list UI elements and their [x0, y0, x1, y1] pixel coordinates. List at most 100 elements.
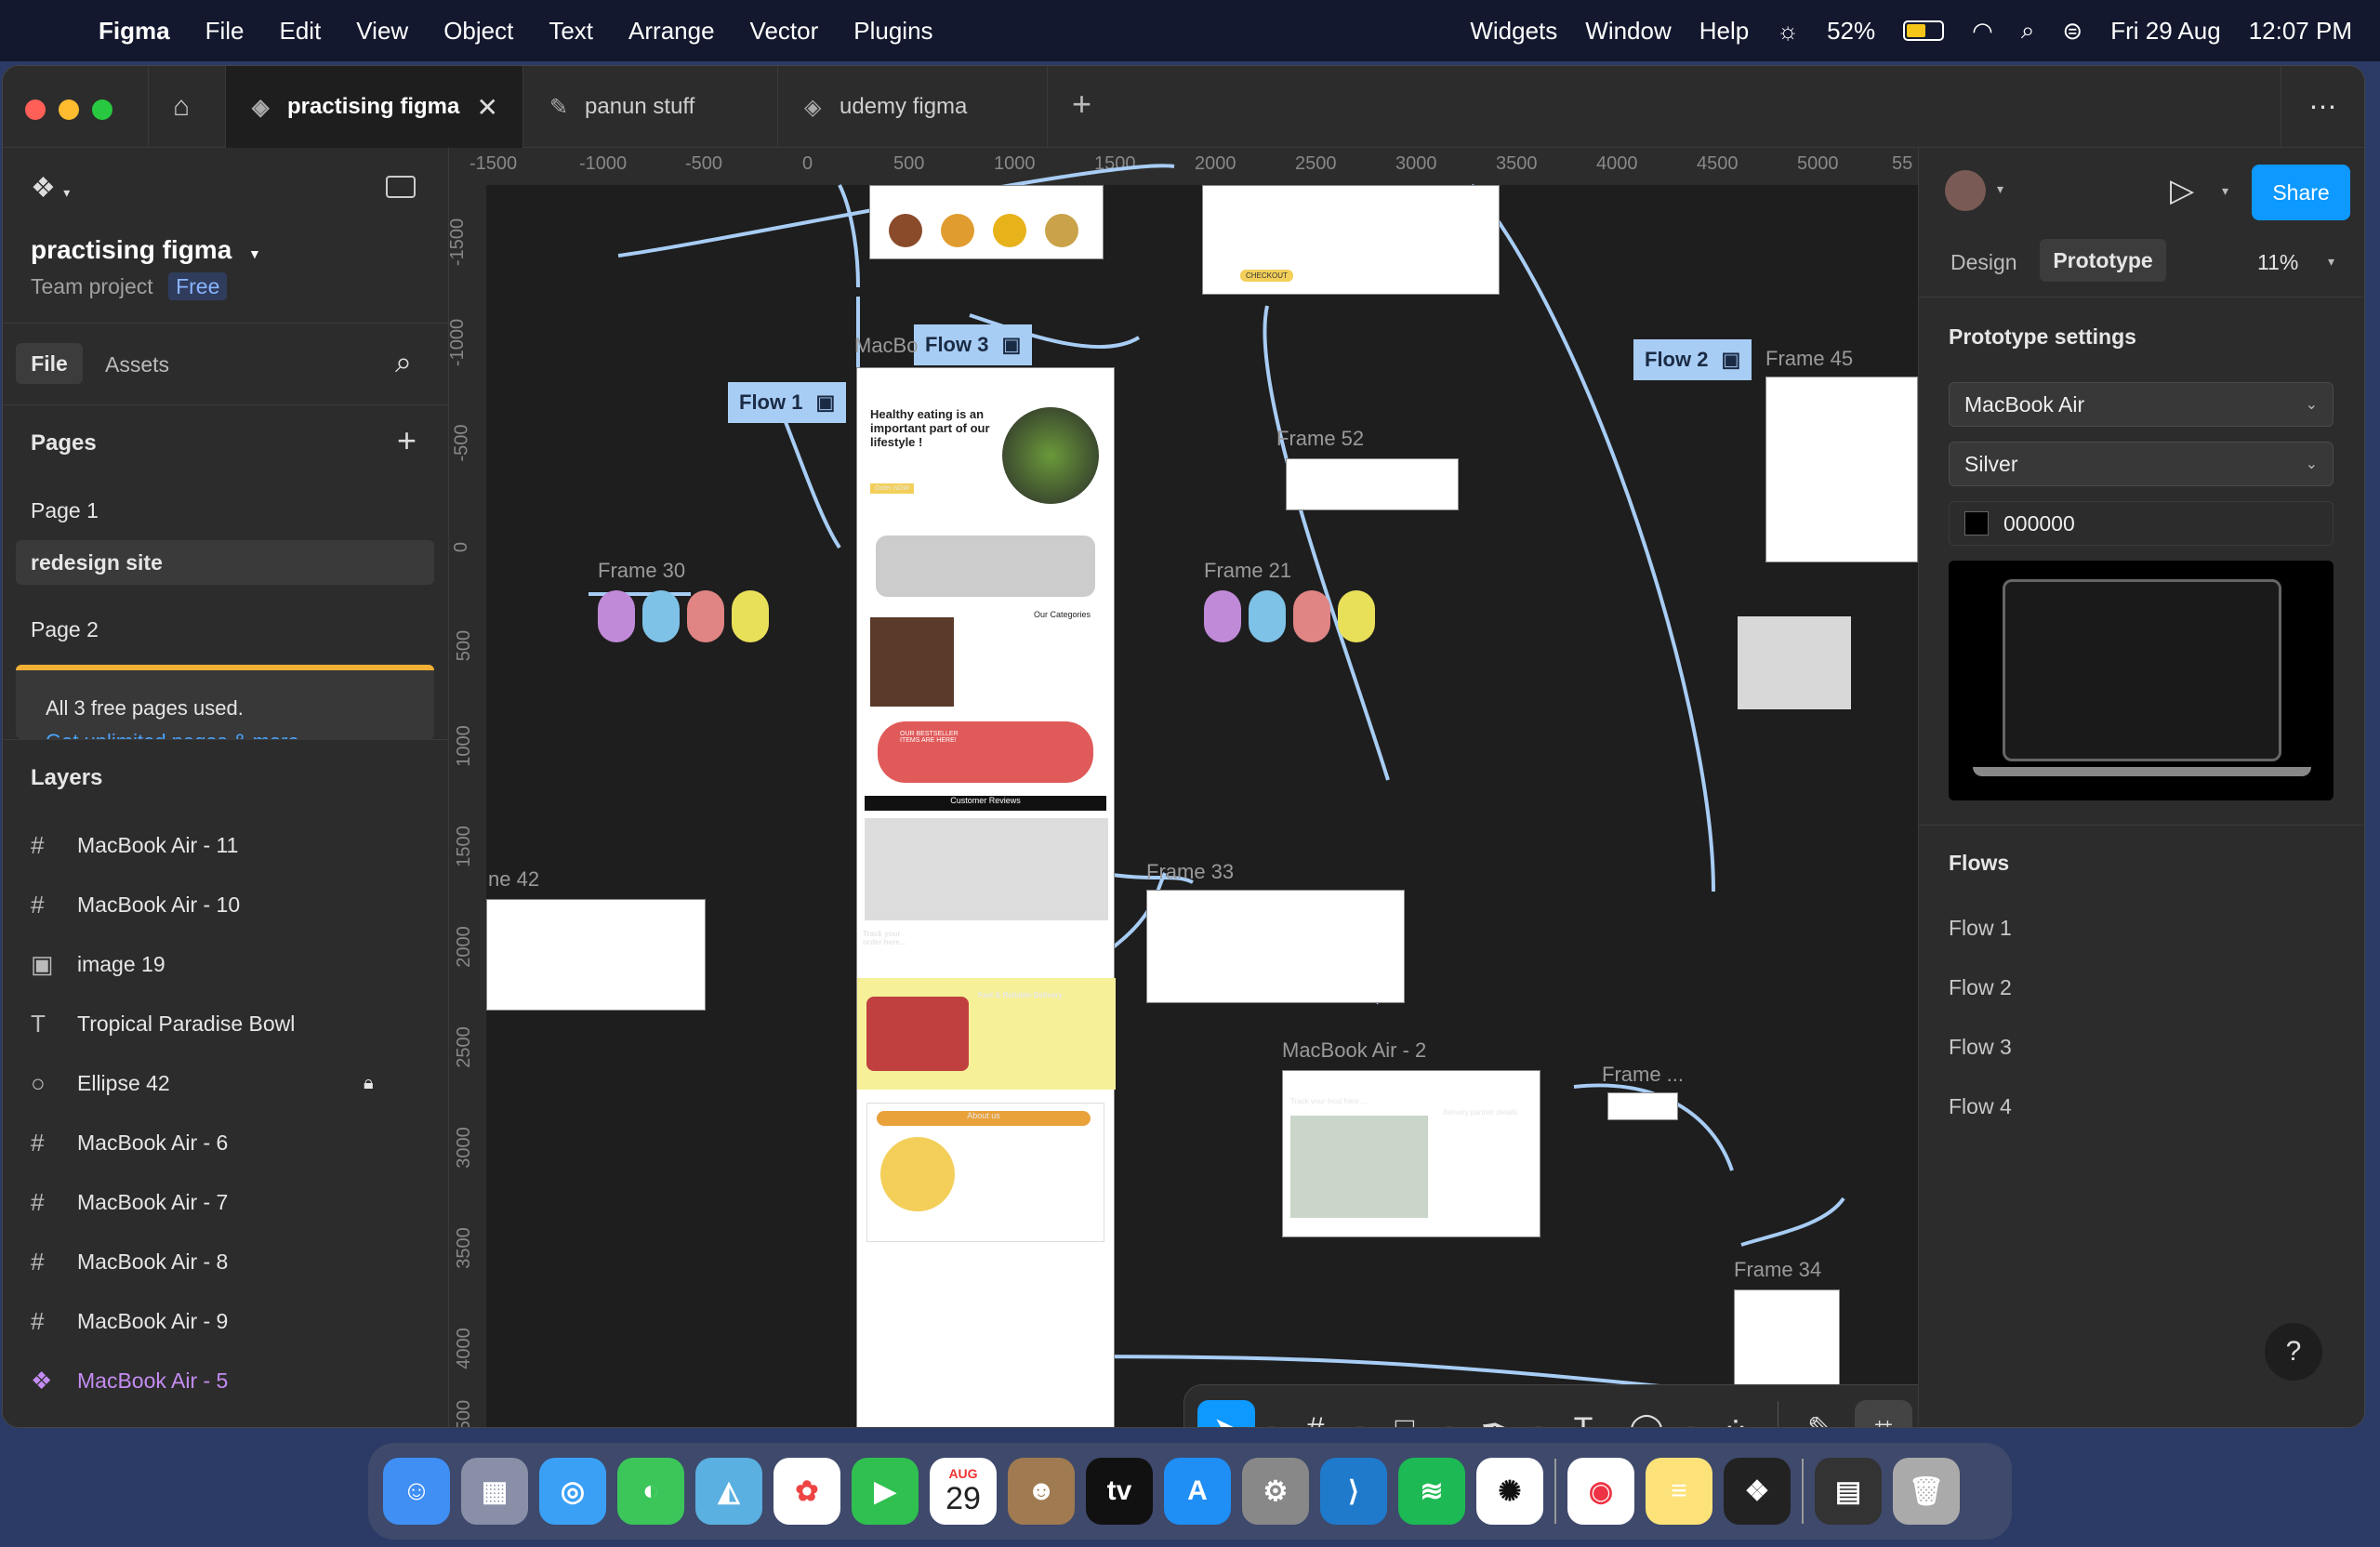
device-color-select[interactable]: Silver ⌄: [1949, 442, 2334, 486]
facetime-icon[interactable]: ▶: [852, 1458, 919, 1525]
calendar-icon[interactable]: AUG 29: [930, 1458, 997, 1525]
frame-45[interactable]: [1765, 377, 1918, 562]
menu-text[interactable]: Text: [549, 17, 593, 46]
macbook-air-2-frame[interactable]: Track your food here .... delivery partn…: [1282, 1070, 1540, 1237]
flow-1-tag[interactable]: Flow 1 ▣: [728, 382, 847, 423]
menu-window[interactable]: Window: [1585, 17, 1671, 46]
contacts-icon[interactable]: ☻: [1008, 1458, 1075, 1525]
maximize-window-button[interactable]: [92, 99, 112, 120]
menu-help[interactable]: Help: [1699, 17, 1749, 46]
frame-cart[interactable]: CHECKOUT: [1202, 185, 1500, 295]
avatar[interactable]: [1945, 170, 1986, 211]
more-options-icon[interactable]: ⋯: [2281, 66, 2364, 148]
frame-42[interactable]: [486, 899, 706, 1011]
tab-design[interactable]: Design: [1950, 250, 2017, 275]
draw-mode-icon[interactable]: ✎: [1792, 1400, 1849, 1427]
layer-item[interactable]: T Tropical Paradise Bowl: [3, 996, 449, 1051]
wifi-icon[interactable]: ◠: [1972, 17, 1993, 46]
chrome-icon[interactable]: ◉: [1567, 1458, 1634, 1525]
chevron-down-icon[interactable]: ▾: [1997, 181, 2003, 197]
play-prototype-icon[interactable]: ▷: [2170, 172, 2194, 209]
chevron-down-icon[interactable]: ▾: [1261, 1421, 1281, 1428]
trash-icon[interactable]: 🗑︎: [1893, 1458, 1960, 1525]
search-icon[interactable]: ⌕: [395, 345, 412, 380]
notes-icon[interactable]: ≡: [1646, 1458, 1712, 1525]
chevron-down-icon[interactable]: ▾: [1681, 1421, 1701, 1428]
upgrade-link[interactable]: Get unlimited pages & more: [46, 730, 434, 739]
tab-practising-figma[interactable]: ◈ practising figma ✕: [226, 66, 523, 148]
pen-tool-icon[interactable]: ✒: [1465, 1400, 1523, 1427]
figma-icon[interactable]: ❖: [1724, 1458, 1791, 1525]
menu-edit[interactable]: Edit: [279, 17, 321, 46]
layer-item[interactable]: # MacBook Air - 9: [3, 1293, 449, 1349]
menu-vector[interactable]: Vector: [750, 17, 819, 46]
layer-item[interactable]: ❖ MacBook Air - 5: [3, 1353, 449, 1408]
color-swatch[interactable]: [1964, 511, 1989, 536]
rectangle-tool-icon[interactable]: □: [1376, 1400, 1434, 1428]
flow-item[interactable]: Flow 2: [1949, 975, 2012, 1000]
search-icon[interactable]: ⌕: [2021, 16, 2035, 46]
share-button[interactable]: Share: [2252, 165, 2350, 220]
toggle-sidebar-icon[interactable]: [386, 176, 416, 198]
chevron-down-icon[interactable]: ▾: [2328, 254, 2334, 270]
chevron-down-icon[interactable]: ▾: [1350, 1421, 1370, 1428]
photos-icon[interactable]: ✿: [774, 1458, 840, 1525]
flow-2-tag[interactable]: Flow 2 ▣: [1633, 339, 1752, 380]
battery-icon[interactable]: [1903, 20, 1945, 41]
layer-item[interactable]: # MacBook Air - 7: [3, 1174, 449, 1230]
menu-file[interactable]: File: [205, 17, 245, 46]
frame-30-items[interactable]: [598, 590, 769, 642]
frame-33[interactable]: [1146, 890, 1405, 1003]
flow-item[interactable]: Flow 3: [1949, 1035, 2012, 1060]
launchpad-icon[interactable]: ▦: [461, 1458, 528, 1525]
messages-icon[interactable]: ◐: [617, 1458, 684, 1525]
safari-icon[interactable]: ◎: [539, 1458, 606, 1525]
text-tool-icon[interactable]: T: [1554, 1400, 1612, 1428]
vscode-icon[interactable]: ⟩: [1320, 1458, 1387, 1525]
home-tab[interactable]: ⌂: [148, 66, 226, 148]
lock-icon[interactable]: 🔒︎: [364, 1073, 374, 1094]
close-tab-icon[interactable]: ✕: [477, 92, 498, 123]
minimize-window-button[interactable]: [59, 99, 79, 120]
layer-item[interactable]: # MacBook Air - 11: [3, 817, 449, 873]
zoom-level[interactable]: 11%: [2257, 250, 2298, 275]
page-item-selected[interactable]: redesign site: [16, 540, 434, 585]
comment-tool-icon[interactable]: ◯: [1618, 1400, 1675, 1427]
layer-item[interactable]: # MacBook Air - 10: [3, 877, 449, 932]
frame-small[interactable]: [1607, 1092, 1678, 1120]
close-window-button[interactable]: [25, 99, 46, 120]
move-tool-icon[interactable]: ➤: [1197, 1400, 1255, 1427]
chevron-down-icon[interactable]: ▾: [1528, 1421, 1549, 1428]
finder-icon[interactable]: ☺: [383, 1458, 450, 1525]
chevron-down-icon[interactable]: ▾: [1439, 1421, 1460, 1428]
frame-top-nav[interactable]: [869, 185, 1104, 259]
frame-tool-icon[interactable]: #: [1287, 1400, 1344, 1428]
menu-arrange[interactable]: Arrange: [628, 17, 715, 46]
flow-item[interactable]: Flow 1: [1949, 916, 2012, 941]
battery-percent[interactable]: 52%: [1827, 17, 1875, 46]
file-name[interactable]: practising figma ▼: [31, 235, 261, 265]
tab-file[interactable]: File: [16, 343, 83, 384]
design-mode-icon[interactable]: ⌗: [1855, 1400, 1912, 1427]
maps-icon[interactable]: ◭: [695, 1458, 762, 1525]
plan-badge[interactable]: Free: [168, 272, 228, 300]
layer-item[interactable]: ○ Ellipse 42 🔒︎: [3, 1055, 449, 1111]
background-color-field[interactable]: 000000: [1949, 501, 2334, 546]
control-center-icon[interactable]: ⊜: [2062, 17, 2082, 46]
new-tab-button[interactable]: +: [1072, 85, 1091, 124]
tab-panun-stuff[interactable]: ✎ panun stuff: [523, 66, 778, 148]
layer-item[interactable]: # MacBook Air - 8: [3, 1234, 449, 1289]
menu-view[interactable]: View: [356, 17, 408, 46]
website-frame[interactable]: Healthy eating is an important part of o…: [856, 367, 1116, 1427]
flow-3-tag[interactable]: Flow 3 ▣: [914, 324, 1033, 365]
page-item[interactable]: Page 1: [3, 483, 449, 538]
menu-object[interactable]: Object: [443, 17, 513, 46]
bestseller-banner[interactable]: OUR BESTSELLER ITEMS ARE HERE!: [878, 721, 1093, 783]
apple-tv-icon[interactable]: tv: [1086, 1458, 1153, 1525]
help-button[interactable]: ?: [2265, 1323, 2322, 1381]
frame-21-items[interactable]: [1204, 590, 1375, 642]
system-settings-icon[interactable]: ⚙: [1242, 1458, 1309, 1525]
add-page-button[interactable]: +: [397, 421, 416, 460]
menu-plugins[interactable]: Plugins: [853, 17, 932, 46]
tab-prototype[interactable]: Prototype: [2040, 239, 2166, 282]
